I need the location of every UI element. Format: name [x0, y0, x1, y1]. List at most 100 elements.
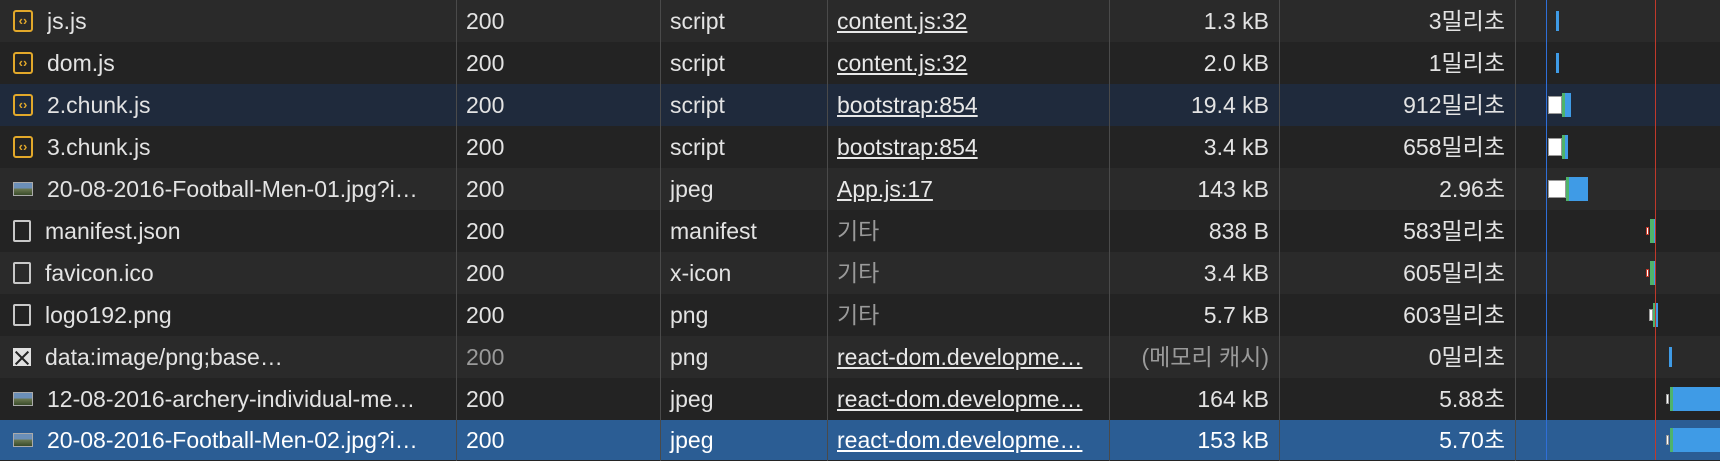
type-cell: script	[661, 84, 828, 126]
size-cell: 3.4 kB	[1110, 126, 1280, 168]
name-cell: 2.chunk.js	[0, 84, 457, 126]
request-name: 12-08-2016-archery-individual-me…	[47, 386, 416, 412]
waterfall-download-bar	[1565, 135, 1568, 159]
request-name: 3.chunk.js	[47, 134, 151, 160]
type-cell: jpeg	[661, 419, 828, 461]
table-row[interactable]: dom.js 200 script content.js:32 2.0 kB 1…	[0, 42, 1720, 84]
size-cell: 164 kB	[1110, 378, 1280, 420]
table-row[interactable]: js.js 200 script content.js:32 1.3 kB 3밀…	[0, 0, 1720, 42]
time-cell: 583밀리초	[1280, 210, 1516, 252]
table-row[interactable]: 20-08-2016-Football-Men-02.jpg?i… 200 jp…	[0, 419, 1720, 461]
table-row[interactable]: 20-08-2016-Football-Men-01.jpg?i… 200 jp…	[0, 168, 1720, 210]
status-cell: 200	[457, 84, 661, 126]
status-cell: 200	[457, 126, 661, 168]
type-cell: jpeg	[661, 168, 828, 210]
waterfall-wait-bar	[1548, 138, 1562, 156]
table-row[interactable]: 12-08-2016-archery-individual-me… 200 jp…	[0, 378, 1720, 420]
time-cell: 1밀리초	[1280, 42, 1516, 84]
dom-content-loaded-marker	[1546, 0, 1547, 460]
table-row[interactable]: favicon.ico 200 x-icon 기타 3.4 kB 605밀리초	[0, 252, 1720, 294]
waterfall-bar	[1556, 53, 1559, 73]
request-name: logo192.png	[45, 302, 172, 328]
table-row[interactable]: data:image/png;base… 200 png react-dom.d…	[0, 336, 1720, 378]
waterfall-download-bar	[1673, 387, 1720, 411]
status-cell: 200	[457, 42, 661, 84]
waterfall-download-bar	[1569, 177, 1588, 201]
request-name: dom.js	[47, 50, 115, 76]
type-cell: script	[661, 126, 828, 168]
time-cell: 3밀리초	[1280, 0, 1516, 42]
time-cell: 5.88초	[1280, 378, 1516, 420]
time-cell: 5.70초	[1280, 419, 1516, 461]
name-cell: dom.js	[0, 42, 457, 84]
initiator-link[interactable]: react-dom.developme…	[837, 427, 1082, 453]
initiator-link[interactable]: react-dom.developme…	[837, 386, 1082, 412]
initiator-link[interactable]: App.js:17	[837, 176, 933, 202]
load-event-marker	[1655, 0, 1656, 460]
initiator-link[interactable]: content.js:32	[837, 8, 967, 34]
waterfall-wait-bar	[1666, 435, 1669, 445]
status-cell: 200	[457, 378, 661, 420]
waterfall-bar	[1556, 11, 1559, 31]
time-cell: 605밀리초	[1280, 252, 1516, 294]
initiator-cell: 기타	[828, 210, 1110, 252]
initiator-cell: bootstrap:854	[828, 84, 1110, 126]
time-cell: 603밀리초	[1280, 294, 1516, 336]
initiator-cell: bootstrap:854	[828, 126, 1110, 168]
document-icon	[13, 262, 31, 284]
status-cell: 200	[457, 294, 661, 336]
initiator-cell: react-dom.developme…	[828, 419, 1110, 461]
table-row[interactable]: logo192.png 200 png 기타 5.7 kB 603밀리초	[0, 294, 1720, 336]
size-cell: 3.4 kB	[1110, 252, 1280, 294]
table-row[interactable]: 2.chunk.js 200 script bootstrap:854 19.4…	[0, 84, 1720, 126]
size-cell: 153 kB	[1110, 419, 1280, 461]
initiator-cell: content.js:32	[828, 0, 1110, 42]
request-name: 2.chunk.js	[47, 92, 151, 118]
name-cell: data:image/png;base…	[0, 336, 457, 378]
waterfall-bar	[1669, 347, 1672, 367]
network-request-table: js.js 200 script content.js:32 1.3 kB 3밀…	[0, 0, 1720, 461]
initiator-cell: react-dom.developme…	[828, 378, 1110, 420]
name-cell: 20-08-2016-Football-Men-02.jpg?i…	[0, 419, 457, 461]
script-icon	[13, 10, 33, 32]
request-name: 20-08-2016-Football-Men-02.jpg?i…	[47, 427, 418, 453]
name-cell: js.js	[0, 0, 457, 42]
name-cell: favicon.ico	[0, 252, 457, 294]
status-cell: 200	[457, 0, 661, 42]
status-cell: 200	[457, 168, 661, 210]
table-row[interactable]: manifest.json 200 manifest 기타 838 B 583밀…	[0, 210, 1720, 252]
waterfall-wait-bar	[1646, 269, 1649, 277]
document-icon	[13, 220, 31, 242]
type-cell: png	[661, 336, 828, 378]
broken-image-icon	[13, 348, 31, 366]
waterfall-download-bar	[1565, 93, 1571, 117]
type-cell: png	[661, 294, 828, 336]
time-cell: 912밀리초	[1280, 84, 1516, 126]
size-cell: (메모리 캐시)	[1110, 336, 1280, 378]
time-cell: 2.96초	[1280, 168, 1516, 210]
initiator-cell: content.js:32	[828, 42, 1110, 84]
type-cell: manifest	[661, 210, 828, 252]
waterfall-wait-bar	[1548, 180, 1566, 198]
waterfall-download-bar	[1673, 428, 1720, 452]
name-cell: logo192.png	[0, 294, 457, 336]
size-cell: 19.4 kB	[1110, 84, 1280, 126]
initiator-link[interactable]: bootstrap:854	[837, 92, 978, 118]
name-cell: 20-08-2016-Football-Men-01.jpg?i…	[0, 168, 457, 210]
status-cell: 200	[457, 336, 661, 378]
size-cell: 143 kB	[1110, 168, 1280, 210]
initiator-link[interactable]: react-dom.developme…	[837, 344, 1082, 370]
initiator-link[interactable]: bootstrap:854	[837, 134, 978, 160]
document-icon	[13, 304, 31, 326]
type-cell: x-icon	[661, 252, 828, 294]
request-name: js.js	[47, 8, 87, 34]
name-cell: 3.chunk.js	[0, 126, 457, 168]
initiator-link[interactable]: content.js:32	[837, 50, 967, 76]
size-cell: 5.7 kB	[1110, 294, 1280, 336]
image-icon	[13, 182, 33, 196]
initiator-cell: 기타	[828, 294, 1110, 336]
size-cell: 2.0 kB	[1110, 42, 1280, 84]
table-row[interactable]: 3.chunk.js 200 script bootstrap:854 3.4 …	[0, 126, 1720, 168]
name-cell: 12-08-2016-archery-individual-me…	[0, 378, 457, 420]
status-cell: 200	[457, 252, 661, 294]
